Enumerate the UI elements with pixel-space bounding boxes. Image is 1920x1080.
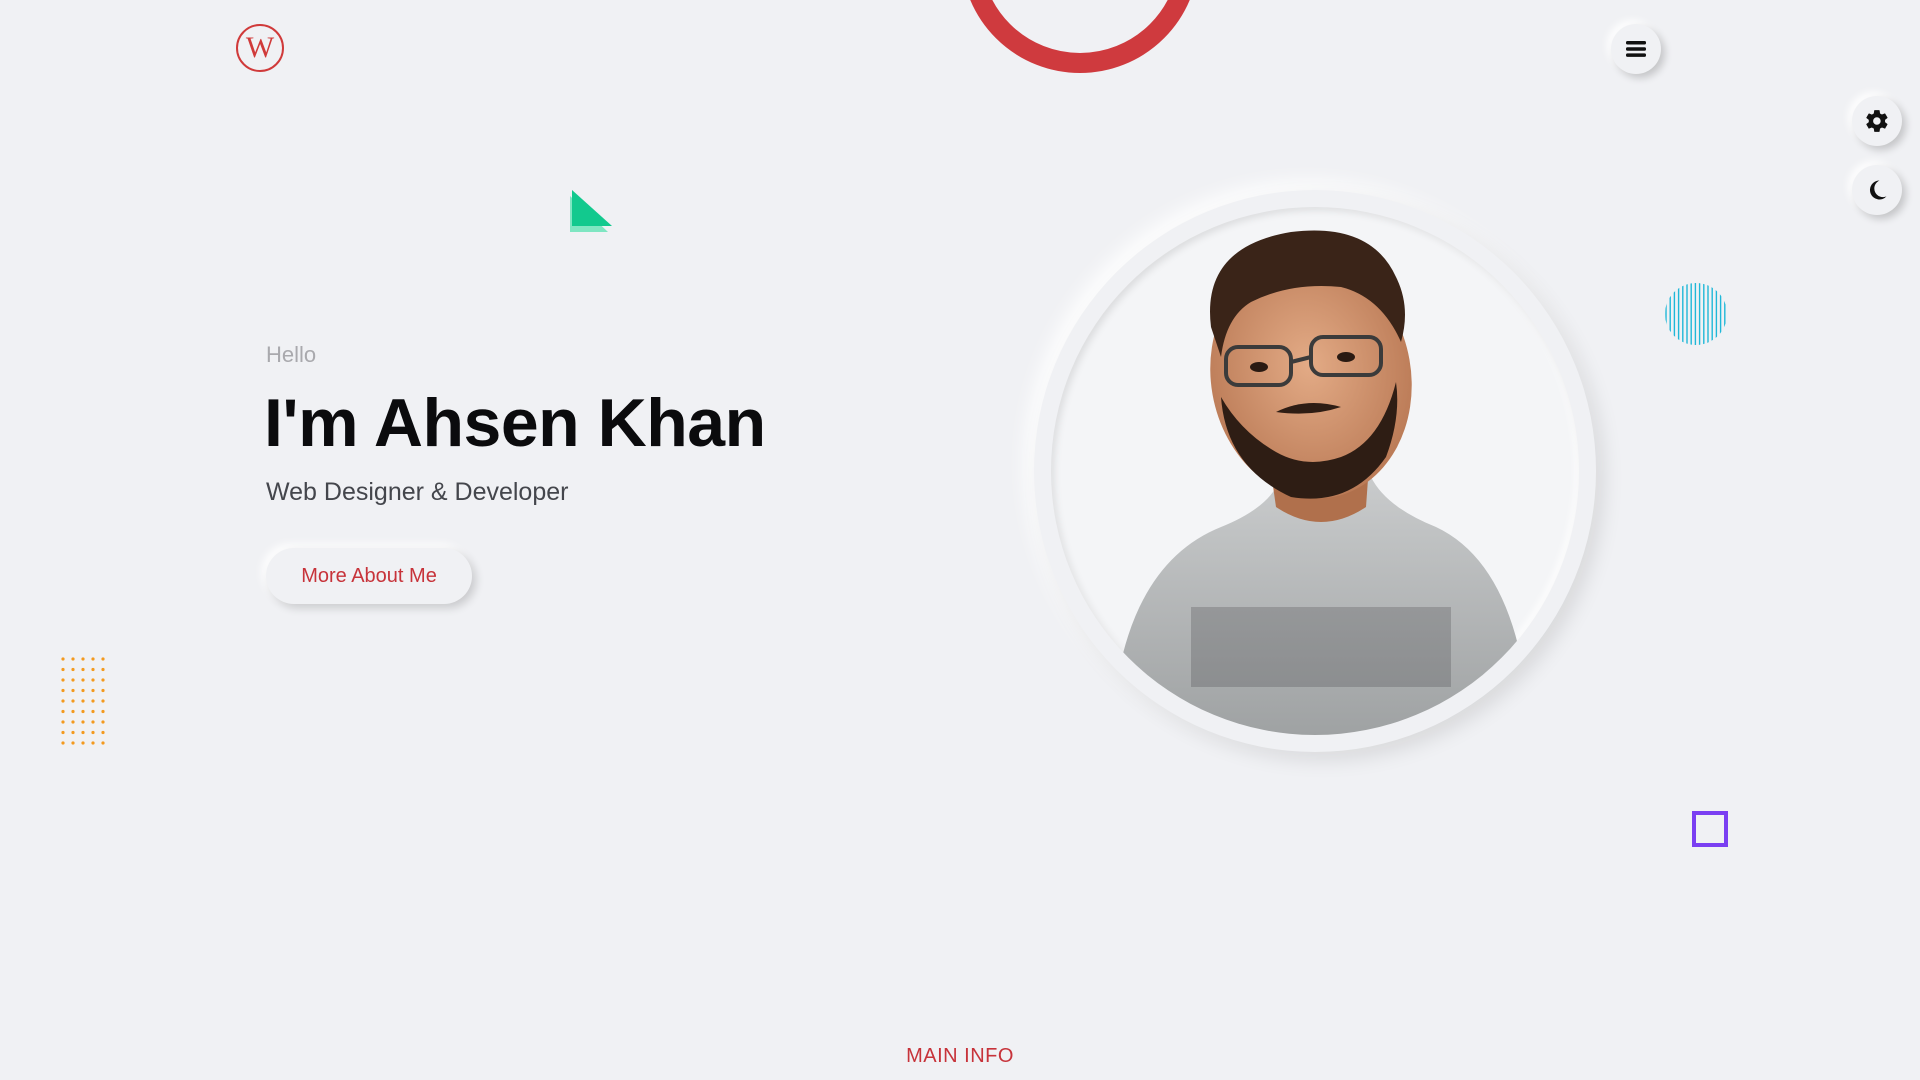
portrait-frame xyxy=(1034,190,1596,752)
menu-button[interactable] xyxy=(1611,24,1661,74)
gear-icon xyxy=(1866,110,1888,132)
hero-role: Web Designer & Developer xyxy=(266,478,569,506)
logo-letter: W xyxy=(245,31,275,64)
square-decoration xyxy=(1692,811,1728,847)
page: W Hello I'm Ahsen Khan Web Designer & De… xyxy=(0,0,1920,1080)
dot-grid-decoration xyxy=(61,657,105,745)
logo[interactable]: W xyxy=(236,24,284,72)
triangle-decoration xyxy=(570,190,612,232)
settings-button[interactable] xyxy=(1852,96,1902,146)
hamburger-menu-icon xyxy=(1626,41,1646,57)
hero-name: I'm Ahsen Khan xyxy=(264,385,766,461)
decorative-ring xyxy=(961,0,1199,73)
striped-circle-decoration xyxy=(1665,283,1726,345)
portrait-illustration xyxy=(1111,230,1531,735)
moon-icon xyxy=(1869,180,1887,200)
more-about-me-button[interactable]: More About Me xyxy=(266,548,472,604)
greeting-text: Hello xyxy=(266,342,317,367)
profile-photo xyxy=(1051,207,1579,735)
theme-toggle-button[interactable] xyxy=(1852,165,1902,215)
section-label-main-info[interactable]: MAIN INFO xyxy=(0,1045,1920,1068)
